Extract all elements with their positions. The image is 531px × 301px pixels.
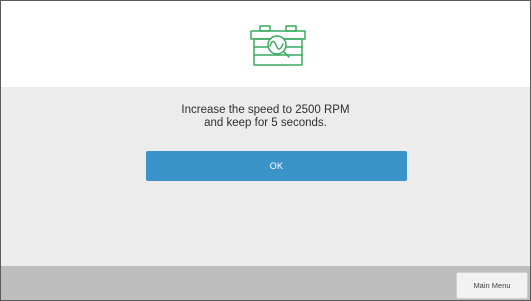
main-menu-button[interactable]: Main Menu: [456, 272, 528, 299]
dialog-content: Increase the speed to 2500 RPM and keep …: [1, 87, 530, 266]
footer-bar: Main Menu: [1, 266, 530, 300]
battery-search-icon: [248, 24, 308, 68]
app-window: Increase the speed to 2500 RPM and keep …: [0, 0, 531, 301]
ok-button[interactable]: OK: [146, 151, 407, 181]
instruction-message: Increase the speed to 2500 RPM and keep …: [1, 104, 530, 130]
header-panel: [1, 1, 530, 87]
instruction-line-2: and keep for 5 seconds.: [204, 117, 327, 129]
instruction-line-1: Increase the speed to 2500 RPM: [181, 104, 350, 116]
